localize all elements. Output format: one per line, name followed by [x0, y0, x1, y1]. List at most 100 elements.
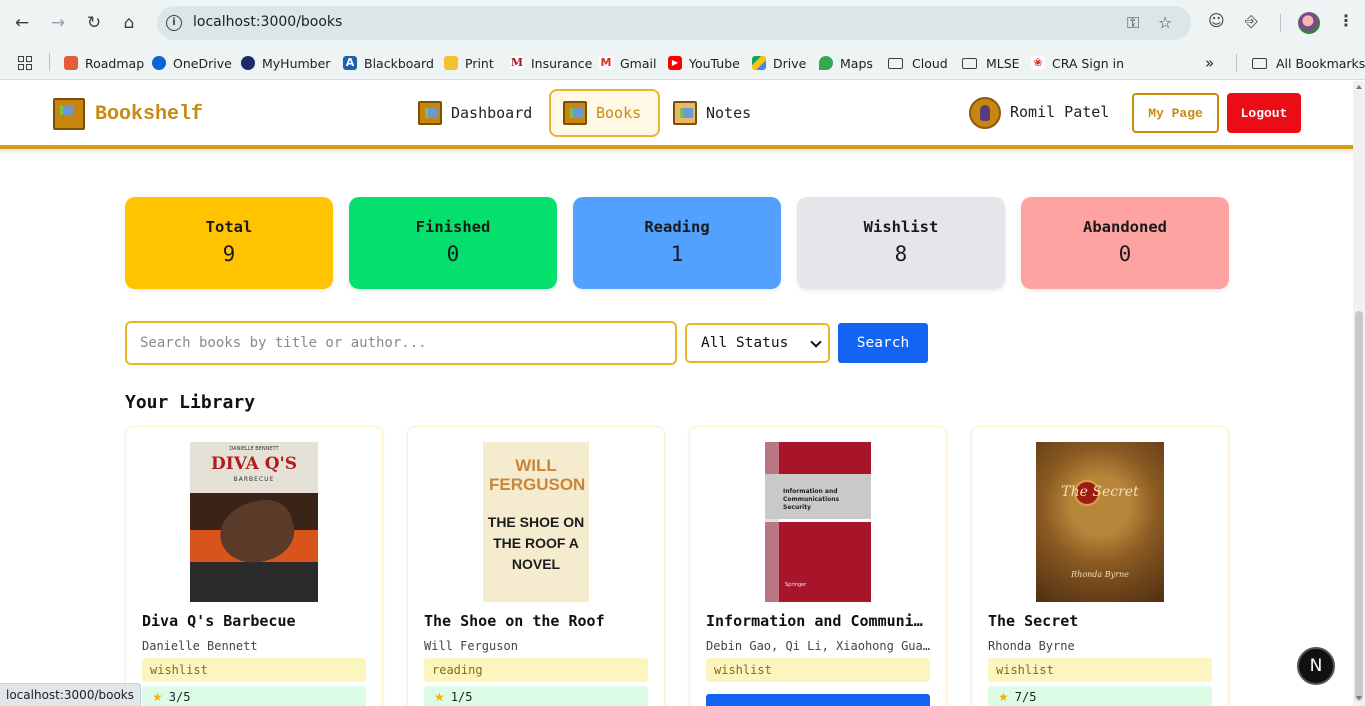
- book-cover[interactable]: The Secret Rhonda Byrne: [1036, 442, 1164, 602]
- book-card[interactable]: Information and Communications Security …: [689, 426, 947, 706]
- page-scrollbar[interactable]: [1353, 81, 1365, 706]
- stat-value: 9: [222, 242, 236, 266]
- bookmark-cra[interactable]: ❀ CRA Sign in: [1031, 53, 1124, 73]
- cover-spine: [765, 442, 779, 602]
- bookmark-drive[interactable]: Drive: [752, 53, 806, 73]
- stat-value: 0: [1118, 242, 1132, 266]
- book-title: The Secret: [988, 612, 1079, 630]
- stat-abandoned: Abandoned 0: [1021, 197, 1229, 289]
- profile-extension-icon[interactable]: ☺: [1208, 11, 1225, 30]
- bookmark-label: YouTube: [689, 55, 740, 71]
- my-page-button[interactable]: My Page: [1132, 93, 1219, 133]
- insurance-icon: M: [510, 56, 524, 70]
- brand-name: Bookshelf: [95, 102, 204, 126]
- nav-dashboard-label: Dashboard: [451, 104, 533, 122]
- folder-icon: [888, 57, 903, 69]
- star-icon: ★: [434, 690, 445, 704]
- nav-dashboard[interactable]: Dashboard: [406, 89, 544, 137]
- kebab-menu-icon[interactable]: ⋮: [1338, 11, 1354, 30]
- browser-toolbar: ← → ↻ ⌂ i localhost:3000/books ⚿ ☆ ☺ ⎆ ⋮: [0, 0, 1365, 46]
- bookmark-label: Roadmap: [85, 55, 145, 71]
- bookmark-star-icon[interactable]: ☆: [1158, 13, 1172, 32]
- stat-label: Finished: [415, 218, 491, 236]
- site-info-icon[interactable]: i: [166, 15, 182, 31]
- book-author: Danielle Bennett: [142, 639, 258, 653]
- stat-value: 8: [894, 242, 908, 266]
- apps-grid-icon[interactable]: [18, 53, 32, 73]
- reload-icon[interactable]: ↻: [82, 11, 106, 35]
- folder-icon: [1252, 57, 1267, 69]
- star-icon: ★: [152, 690, 163, 704]
- stat-total: Total 9: [125, 197, 333, 289]
- status-badge: wishlist: [142, 658, 366, 682]
- scroll-down-icon[interactable]: [1356, 696, 1362, 700]
- book-card[interactable]: DANIELLE BENNETT DIVA Q'S BARBECUE Diva …: [125, 426, 383, 706]
- back-icon[interactable]: ←: [10, 11, 34, 35]
- bookmarks-divider: [1236, 54, 1237, 72]
- logout-button[interactable]: Logout: [1227, 93, 1301, 133]
- rocket-icon: [64, 56, 78, 70]
- status-badge: wishlist: [988, 658, 1212, 682]
- blackboard-icon: A: [343, 56, 357, 70]
- forward-icon[interactable]: →: [46, 11, 70, 35]
- extensions-icon[interactable]: ⎆: [1245, 11, 1258, 31]
- youtube-icon: ▶: [668, 56, 682, 70]
- nav-books[interactable]: Books: [549, 89, 660, 137]
- all-bookmarks[interactable]: All Bookmarks: [1252, 53, 1365, 73]
- book-cover[interactable]: Information and Communications Security …: [765, 442, 871, 602]
- bookmark-insurance[interactable]: M Insurance: [510, 53, 592, 73]
- status-badge: wishlist: [706, 658, 930, 682]
- bookmark-label: Drive: [773, 55, 807, 71]
- scroll-up-icon[interactable]: [1356, 85, 1362, 89]
- more-bookmarks-icon[interactable]: »: [1205, 53, 1214, 73]
- book-card[interactable]: WILL FERGUSON THE SHOE ON THE ROOF A NOV…: [407, 426, 665, 706]
- bookmark-print[interactable]: Print: [444, 53, 494, 73]
- stat-label: Reading: [644, 218, 710, 236]
- rating-badge: ★ 3/5: [142, 686, 366, 706]
- url-text[interactable]: localhost:3000/books: [193, 14, 342, 30]
- bookmark-mlse[interactable]: MLSE: [962, 53, 1020, 73]
- address-bar[interactable]: i localhost:3000/books ⚿ ☆: [157, 6, 1191, 40]
- bookmark-onedrive[interactable]: OneDrive: [152, 53, 232, 73]
- rating-badge: ★ 1/5: [424, 686, 648, 706]
- password-key-icon[interactable]: ⚿: [1127, 13, 1139, 33]
- cloud-icon: [152, 56, 166, 70]
- action-button[interactable]: [706, 694, 930, 706]
- book-title: Diva Q's Barbecue: [142, 612, 296, 630]
- notes-icon: [673, 101, 697, 125]
- bookmarks-bar: Roadmap OneDrive MyHumber A Blackboard Pr…: [0, 46, 1365, 80]
- cover-publisher: Springer: [785, 582, 807, 588]
- bookmark-cloud[interactable]: Cloud: [888, 53, 948, 73]
- status-filter-value: All Status: [701, 335, 789, 351]
- bookmarks-separator: [49, 53, 50, 71]
- bookmark-label: Gmail: [620, 55, 657, 71]
- scrollbar-thumb[interactable]: [1355, 311, 1363, 701]
- brand-logo[interactable]: Bookshelf: [53, 98, 203, 130]
- home-icon[interactable]: ⌂: [117, 11, 141, 35]
- user-avatar[interactable]: [969, 97, 1001, 129]
- status-filter-select[interactable]: All Status: [685, 323, 830, 363]
- bookshelf-icon: [53, 98, 85, 130]
- user-name: Romil Patel: [1010, 103, 1110, 121]
- bookmark-gmail[interactable]: M Gmail: [599, 53, 656, 73]
- cover-title: DIVA Q'S: [211, 454, 297, 474]
- book-cover[interactable]: DANIELLE BENNETT DIVA Q'S BARBECUE: [190, 442, 318, 602]
- search-button[interactable]: Search: [838, 323, 928, 363]
- nextjs-devtools-button[interactable]: N: [1297, 647, 1335, 685]
- stat-finished: Finished 0: [349, 197, 557, 289]
- bookmark-myhumber[interactable]: MyHumber: [241, 53, 330, 73]
- search-input[interactable]: [125, 321, 677, 365]
- stat-value: 1: [670, 242, 684, 266]
- bookmark-youtube[interactable]: ▶ YouTube: [668, 53, 740, 73]
- rating-badge: ★ 7/5: [988, 686, 1212, 706]
- chevron-down-icon: [810, 336, 822, 348]
- bookmark-blackboard[interactable]: A Blackboard: [343, 53, 434, 73]
- dashboard-icon: [418, 101, 442, 125]
- star-icon: ★: [998, 690, 1009, 704]
- nav-notes[interactable]: Notes: [661, 89, 763, 137]
- profile-avatar[interactable]: [1298, 12, 1320, 34]
- bookmark-maps[interactable]: Maps: [819, 53, 873, 73]
- book-cover[interactable]: WILL FERGUSON THE SHOE ON THE ROOF A NOV…: [483, 442, 589, 602]
- bookmark-roadmap[interactable]: Roadmap: [64, 53, 144, 73]
- book-card[interactable]: The Secret Rhonda Byrne The Secret Rhond…: [971, 426, 1229, 706]
